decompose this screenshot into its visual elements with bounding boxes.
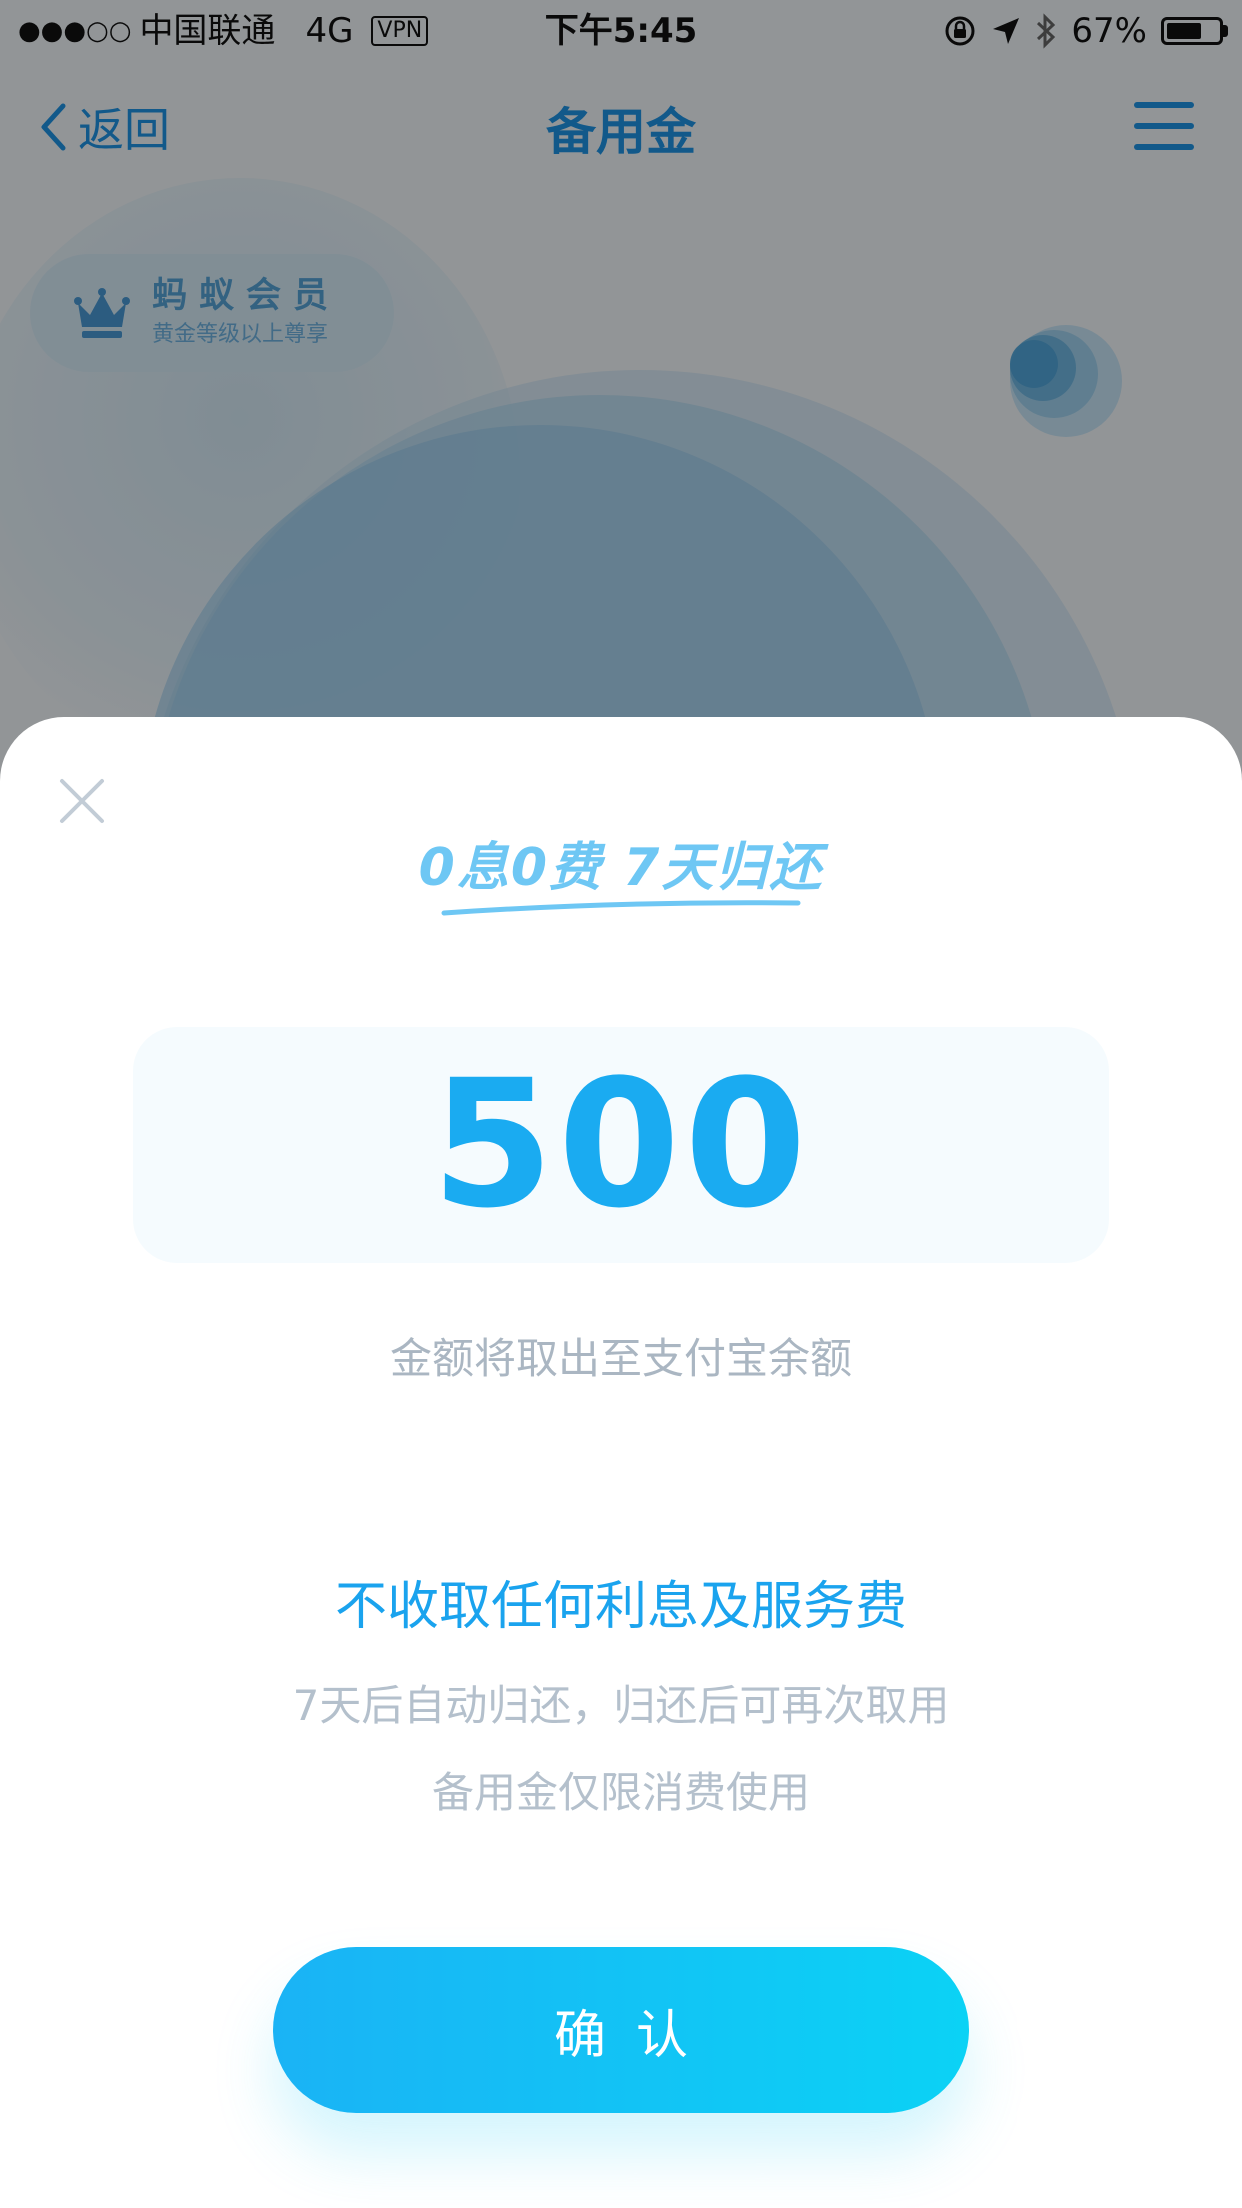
close-icon[interactable] [58, 777, 106, 825]
description-line: 备用金仅限消费使用 [431, 1768, 810, 1817]
amount-hint: 金额将取出至支付宝余额 [389, 1334, 852, 1383]
amount-box: 500 [133, 1027, 1109, 1263]
screen: 蚂蚁会员 黄金等级以上尊享 ●●●○○ 中国联通 4G VPN 下午5:45 6… [0, 0, 1242, 2208]
feature-title: 不收取任何利息及服务费 [334, 1577, 907, 1637]
description-line: 7天后自动归还，归还后可再次取用 [292, 1681, 950, 1730]
confirm-button[interactable]: 确认 [273, 1947, 969, 2113]
slogan-underline [441, 900, 801, 916]
slogan: 0息0费 7天归还 [418, 838, 824, 898]
amount-value: 500 [431, 1042, 811, 1247]
withdraw-sheet: 0息0费 7天归还 500 金额将取出至支付宝余额 不收取任何利息及服务费 7天… [0, 717, 1242, 2208]
